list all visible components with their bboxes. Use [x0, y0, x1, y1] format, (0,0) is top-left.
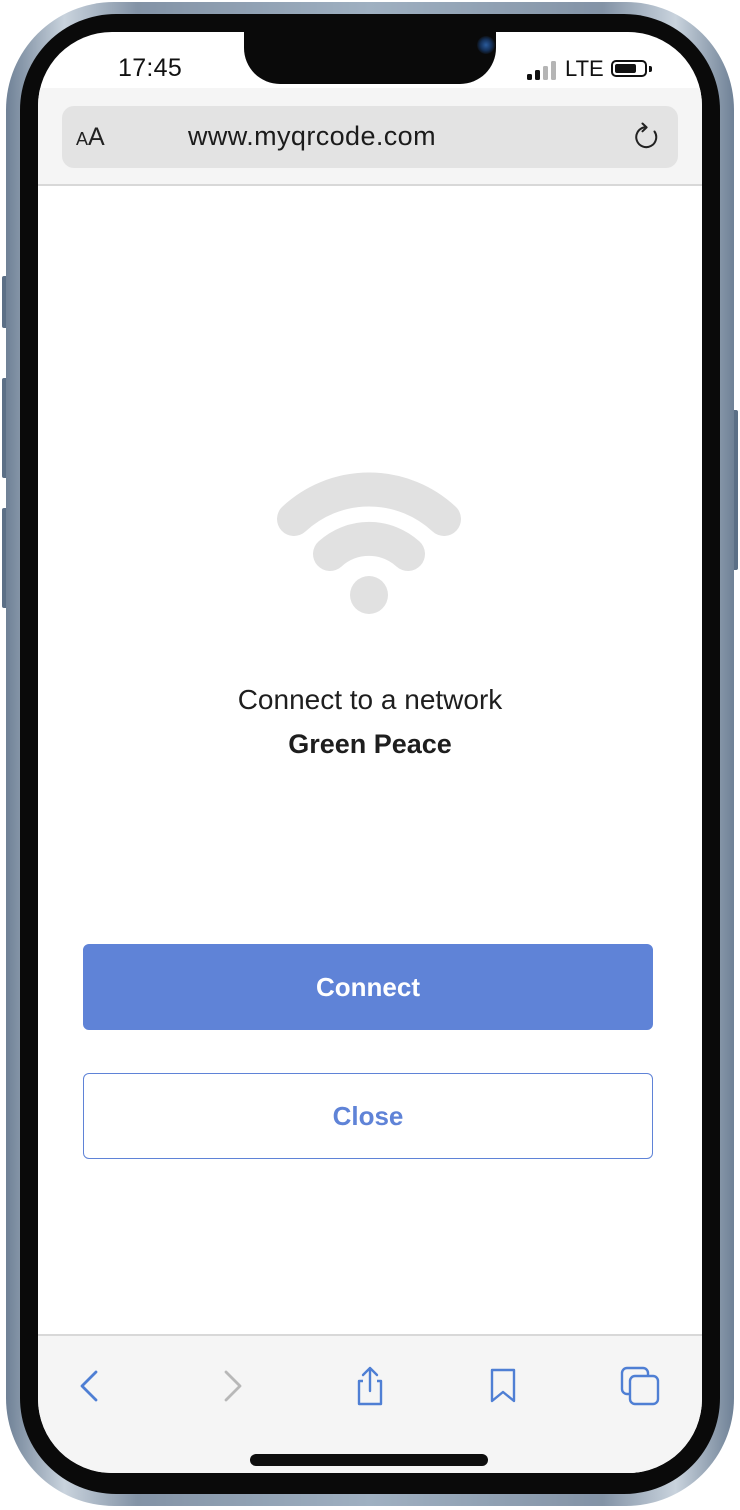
status-time: 17:45: [118, 54, 183, 82]
browser-bottom-toolbar: [38, 1334, 702, 1473]
home-indicator[interactable]: [250, 1454, 488, 1466]
url-text[interactable]: www.myqrcode.com: [188, 121, 436, 152]
tabs-icon[interactable]: [620, 1366, 660, 1406]
text-size-small-label: A: [76, 129, 89, 149]
close-button[interactable]: Close: [83, 1073, 653, 1159]
network-type: LTE: [565, 56, 604, 81]
forward-icon[interactable]: [212, 1366, 252, 1406]
browser-top-bar: AA www.myqrcode.com: [38, 88, 702, 186]
text-size-button[interactable]: AA: [76, 123, 105, 152]
cellular-signal-icon: [527, 60, 557, 80]
phone-screen: 17:45 LTE AA www.myqrcode.com Connect to…: [38, 32, 702, 1473]
battery-icon: [611, 60, 647, 77]
connect-button[interactable]: Connect: [83, 944, 653, 1030]
reload-icon[interactable]: [632, 122, 662, 152]
wifi-icon: [277, 472, 461, 614]
network-name: Green Peace: [288, 729, 452, 759]
share-icon[interactable]: [350, 1366, 390, 1406]
notch: [244, 32, 496, 84]
front-camera: [477, 36, 495, 54]
connect-heading: Connect to a network: [237, 684, 503, 715]
bookmarks-icon[interactable]: [483, 1366, 523, 1406]
address-bar[interactable]: AA www.myqrcode.com: [62, 106, 678, 168]
text-size-large-label: A: [88, 123, 105, 151]
back-icon[interactable]: [70, 1366, 110, 1406]
battery-tip: [649, 66, 652, 72]
